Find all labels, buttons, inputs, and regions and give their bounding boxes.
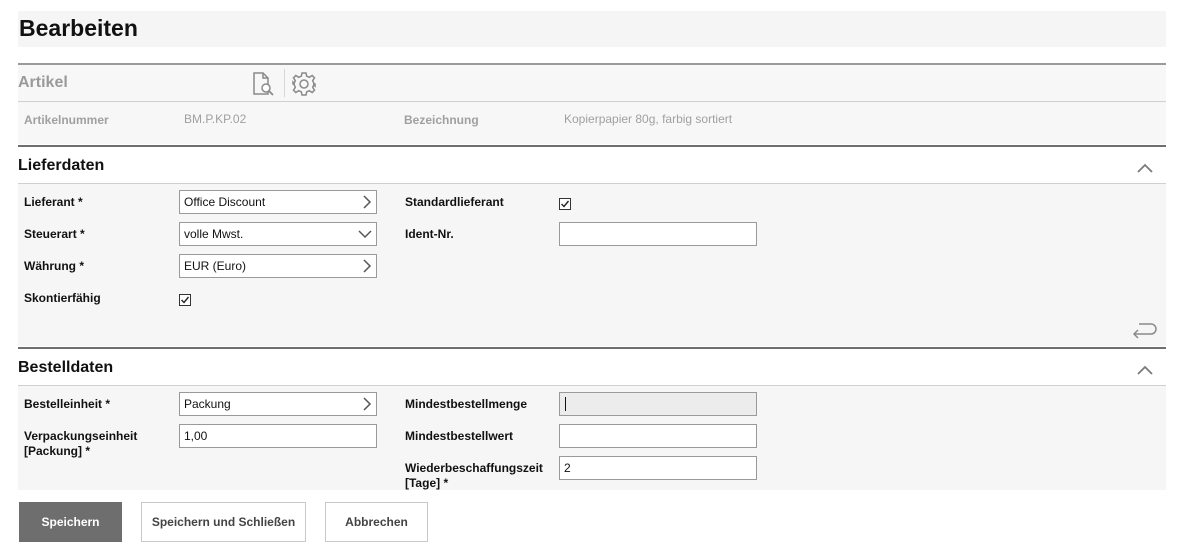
- artikelnummer-label: Artikelnummer: [24, 113, 109, 127]
- waehrung-field[interactable]: EUR (Euro): [179, 254, 377, 278]
- checkmark-icon: [181, 296, 190, 304]
- verpackungseinheit-value: 1,00: [184, 429, 208, 443]
- verpackungseinheit-label-line2: [Packung] *: [24, 444, 91, 458]
- artikel-header: [18, 65, 1166, 101]
- steuerart-label: Steuerart *: [24, 227, 85, 241]
- wiederbeschaffungszeit-value: 2: [564, 461, 571, 475]
- artikel-section-label: Artikel: [18, 74, 68, 91]
- verpackungseinheit-label: Verpackungseinheit [Packung] *: [24, 429, 137, 459]
- save-button[interactable]: Speichern: [19, 502, 122, 542]
- wiederbeschaffungszeit-label-line1: Wiederbeschaffungszeit: [405, 461, 543, 475]
- lieferant-value: Office Discount: [184, 195, 266, 209]
- page-title: Bearbeiten: [19, 15, 138, 41]
- header-bar: [18, 11, 1166, 47]
- lieferdaten-collapse-icon[interactable]: [1137, 160, 1153, 178]
- mindestbestellmenge-label: Mindestbestellmenge: [405, 397, 528, 411]
- wiederbeschaffungszeit-label-line2: [Tage] *: [405, 476, 449, 490]
- bestelldaten-title: Bestelldaten: [18, 359, 114, 376]
- toolbar-separator: [284, 69, 285, 97]
- skontierfaehig-checkbox[interactable]: [179, 294, 191, 306]
- steuerart-value: volle Mwst.: [184, 227, 244, 241]
- gear-icon[interactable]: [291, 71, 317, 102]
- steuerart-select[interactable]: volle Mwst.: [179, 222, 377, 246]
- chevron-right-icon: [363, 397, 372, 411]
- bestelldaten-top-line: [18, 347, 1166, 349]
- waehrung-label: Währung *: [24, 259, 84, 273]
- bezeichnung-label: Bezeichnung: [404, 113, 479, 127]
- lieferant-label: Lieferant *: [24, 195, 83, 209]
- artikelnummer-value: BM.P.KP.02: [184, 112, 247, 126]
- mindestbestellmenge-input[interactable]: [559, 392, 757, 416]
- text-cursor: [565, 397, 566, 411]
- waehrung-value: EUR (Euro): [184, 259, 247, 273]
- bezeichnung-value: Kopierpapier 80g, farbig sortiert: [564, 112, 733, 126]
- standardlieferant-checkbox[interactable]: [559, 198, 571, 210]
- ident-nr-input[interactable]: [559, 222, 757, 246]
- verpackungseinheit-label-line1: Verpackungseinheit: [24, 429, 138, 443]
- chevron-right-icon: [363, 195, 372, 209]
- lieferdaten-top-line: [18, 145, 1166, 147]
- lieferdaten-title: Lieferdaten: [18, 157, 105, 174]
- verpackungseinheit-input[interactable]: 1,00: [179, 424, 377, 448]
- mindestbestellwert-label: Mindestbestellwert: [405, 429, 514, 443]
- return-arrow-icon[interactable]: [1131, 320, 1157, 345]
- cancel-button[interactable]: Abbrechen: [325, 502, 428, 542]
- ident-nr-label: Ident-Nr.: [405, 227, 454, 241]
- mindestbestellwert-input[interactable]: [559, 424, 757, 448]
- skontierfaehig-label: Skontierfähig: [24, 291, 101, 305]
- wiederbeschaffungszeit-label: Wiederbeschaffungszeit [Tage] *: [405, 461, 543, 491]
- document-search-icon[interactable]: [252, 71, 276, 102]
- wiederbeschaffungszeit-input[interactable]: 2: [559, 456, 757, 480]
- save-and-close-button[interactable]: Speichern und Schließen: [141, 502, 306, 542]
- bestelleinheit-value: Packung: [184, 397, 231, 411]
- lieferant-field[interactable]: Office Discount: [179, 190, 377, 214]
- bestelldaten-collapse-icon[interactable]: [1137, 362, 1153, 380]
- checkmark-icon: [561, 200, 570, 208]
- chevron-down-icon: [358, 230, 372, 239]
- bestelleinheit-label: Bestelleinheit *: [24, 397, 111, 411]
- standardlieferant-label: Standardlieferant: [405, 195, 504, 209]
- chevron-right-icon: [363, 259, 372, 273]
- bestelleinheit-field[interactable]: Packung: [179, 392, 377, 416]
